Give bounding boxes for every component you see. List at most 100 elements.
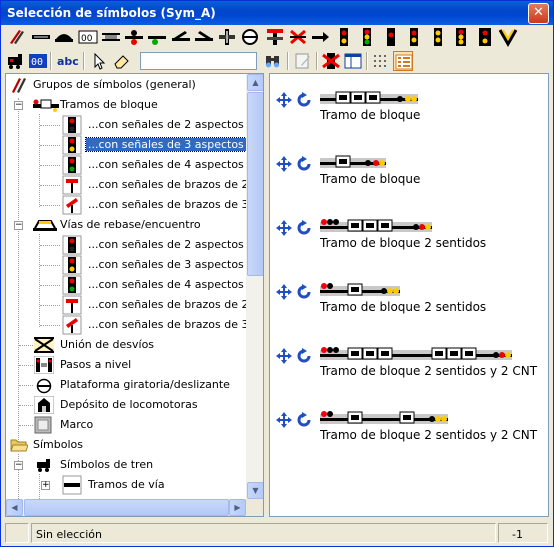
digits-icon[interactable]: 00 — [28, 51, 48, 71]
track-section-icon — [62, 475, 82, 495]
semaphore-2-pos-icon — [62, 295, 82, 315]
status-cell-count: -1 — [498, 523, 548, 543]
edit-icon[interactable] — [293, 51, 313, 71]
block-section-icon — [33, 98, 59, 112]
arrow-right-icon[interactable] — [288, 27, 308, 47]
search-icon[interactable] — [263, 51, 283, 71]
semaphore-3-pos-icon — [62, 195, 82, 215]
scroll-up-button[interactable]: ▲ — [247, 74, 263, 91]
scroll-thumb[interactable] — [247, 92, 263, 276]
tree-line — [39, 474, 40, 499]
rotate-icon[interactable] — [296, 412, 312, 428]
tree-line — [19, 345, 33, 346]
move-icon[interactable] — [276, 412, 292, 428]
straight-track-icon[interactable] — [31, 27, 51, 47]
delete-icon[interactable] — [321, 51, 341, 71]
symbol-caption: Tramo de bloque — [320, 172, 421, 186]
semaphore-icon[interactable] — [357, 27, 377, 47]
signal-red-icon[interactable] — [311, 27, 331, 47]
turnout-right-icon[interactable] — [194, 27, 214, 47]
symbol-preview-list[interactable]: Tramo de bloque Tramo de bloque Tramo de… — [269, 73, 549, 517]
tree-line — [40, 305, 60, 306]
signal-yellow-icon[interactable] — [334, 27, 354, 47]
digits-label: 00 — [31, 57, 43, 68]
locomotive-icon[interactable] — [6, 51, 26, 71]
tree-line — [39, 114, 40, 207]
pointer-icon[interactable] — [89, 51, 109, 71]
move-icon[interactable] — [276, 220, 292, 236]
search-input[interactable] — [140, 52, 257, 70]
tunnel-icon[interactable] — [54, 27, 74, 47]
tree-item-label: Símbolos — [33, 438, 83, 451]
signal-6-icon[interactable] — [475, 27, 495, 47]
signal-light-icon[interactable] — [124, 27, 144, 47]
crossing-icon[interactable] — [240, 27, 260, 47]
tree-line — [40, 205, 60, 206]
semaphore-2-icon[interactable] — [381, 27, 401, 47]
wishbone-icon[interactable] — [498, 27, 518, 47]
semaphore-2-pos-icon — [62, 175, 82, 195]
tree-item-label: Tramos de bloque — [60, 98, 158, 111]
tree-line — [19, 425, 33, 426]
scroll-right-button[interactable]: ▶ — [229, 499, 246, 516]
tree-item-label: ...con señales de 4 aspectos — [88, 158, 244, 171]
symbol-caption: Tramo de bloque — [320, 108, 421, 122]
tree-line — [19, 405, 33, 406]
toolbar-separator — [366, 52, 368, 70]
turnout-left-icon[interactable] — [171, 27, 191, 47]
move-icon[interactable] — [276, 92, 292, 108]
toolbar-tools: 00 abc — [3, 50, 551, 72]
counter-icon[interactable]: 00 — [78, 27, 98, 47]
folder-open-icon — [10, 438, 28, 453]
status-bar: Sin elección -1 — [3, 521, 553, 544]
tree-horizontal-scrollbar[interactable]: ◀ ▶ — [6, 499, 246, 516]
tree-item-label: Unión de desvíos — [60, 338, 155, 351]
collapse-toggle[interactable]: − — [14, 101, 23, 110]
grid-icon[interactable] — [371, 51, 391, 71]
signal-4-icon[interactable] — [428, 27, 448, 47]
tree-item-label: Depósito de locomotoras — [60, 398, 198, 411]
signal-5-icon[interactable] — [451, 27, 471, 47]
move-icon[interactable] — [276, 348, 292, 364]
rotate-icon[interactable] — [296, 156, 312, 172]
tree-item-label: ...con señales de brazos de 3 pos — [88, 318, 264, 331]
title-bar[interactable]: Selección de símbolos (Sym_A) ✕ — [1, 1, 553, 25]
collapse-toggle[interactable]: − — [14, 461, 23, 470]
tree-line — [40, 285, 60, 286]
text-abc-icon[interactable]: abc — [56, 51, 80, 71]
toolbar-separator — [83, 52, 85, 70]
close-button[interactable]: ✕ — [528, 3, 549, 24]
scroll-down-button[interactable]: ▼ — [247, 482, 263, 499]
tree-line — [40, 185, 60, 186]
table-icon[interactable] — [343, 51, 363, 71]
scroll-left-button[interactable]: ◀ — [6, 499, 23, 516]
uncoupler-icon[interactable] — [265, 27, 285, 47]
signal-green-icon[interactable] — [147, 27, 167, 47]
signal-3-icon[interactable] — [404, 27, 424, 47]
rotate-icon[interactable] — [296, 284, 312, 300]
collapse-toggle[interactable]: − — [14, 221, 23, 230]
tree-item-label: ...con señales de 2 aspectos — [88, 118, 244, 131]
turnout-junction-icon — [34, 337, 54, 353]
tree-line — [18, 98, 19, 448]
status-cell-selection: Sin elección — [31, 523, 496, 543]
turntable-icon[interactable] — [217, 27, 237, 47]
expand-toggle[interactable]: + — [41, 481, 50, 490]
pencil-icon — [10, 77, 28, 93]
status-count: -1 — [512, 528, 523, 541]
rotate-icon[interactable] — [296, 220, 312, 236]
list-icon[interactable] — [393, 51, 413, 71]
bridge-icon[interactable] — [101, 27, 121, 47]
move-icon[interactable] — [276, 284, 292, 300]
scroll-thumb[interactable] — [24, 499, 229, 516]
symbol-group-tree[interactable]: Grupos de símbolos (general) − Tramos de… — [5, 73, 264, 517]
move-icon[interactable] — [276, 156, 292, 172]
rotate-icon[interactable] — [296, 92, 312, 108]
signal-4-aspect-icon — [62, 155, 82, 175]
tree-vertical-scrollbar[interactable]: ▲ ▼ — [246, 74, 263, 499]
rotate-icon[interactable] — [296, 348, 312, 364]
tree-item-label: ...con señales de brazos de 2 pos — [88, 178, 264, 191]
eraser-icon[interactable] — [111, 51, 131, 71]
pencil-icon[interactable] — [6, 27, 26, 47]
locomotive-icon — [36, 458, 54, 472]
